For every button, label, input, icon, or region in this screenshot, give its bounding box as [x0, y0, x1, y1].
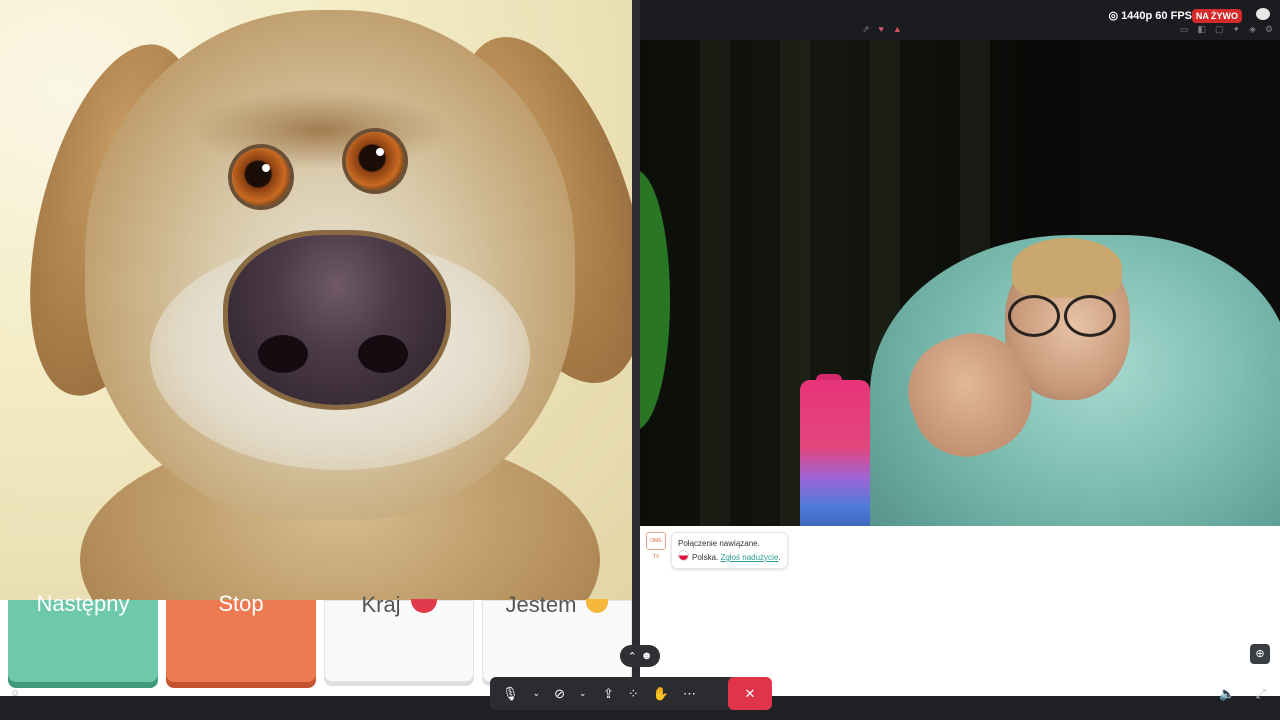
share-screen-icon[interactable]: ⇪	[603, 686, 614, 702]
system-message: Połączenie nawiązane. Polska. Zgłoś nadu…	[671, 532, 788, 569]
face-emoji-icon	[586, 599, 609, 614]
dog-nostril-right	[358, 335, 408, 373]
right-video-feed	[640, 40, 1280, 526]
effects-small-icon[interactable]: ✦	[1233, 24, 1241, 35]
record-small-icon[interactable]: ▭	[1180, 24, 1189, 35]
curtain-fold	[700, 40, 730, 526]
panel-divider	[632, 0, 640, 720]
left-tiny-icons: ⇗ ♥ ▲	[862, 24, 902, 35]
meeting-controls: ⇪ ⁘ ✋ ⋯	[591, 677, 743, 710]
warning-small-icon[interactable]: ▲	[893, 24, 902, 35]
country-label-wrap: Kraj	[325, 594, 473, 616]
country-flag-icon	[410, 599, 437, 614]
camera-off-icon[interactable]: ⊘	[554, 686, 565, 702]
participants-icon: ☻	[640, 650, 653, 662]
shield-small-icon[interactable]: ◈	[1249, 24, 1256, 35]
quality-icon: ◎	[1108, 10, 1119, 22]
settings-small-icon[interactable]: ⚙	[1265, 24, 1273, 35]
connection-text: Połączenie nawiązane.	[678, 539, 760, 548]
people-icon[interactable]: ☺	[10, 688, 20, 699]
raise-hand-icon[interactable]: ✋	[653, 686, 669, 702]
microphone-icon[interactable]: 🎙	[502, 686, 519, 702]
report-suffix: .	[778, 553, 781, 562]
fullscreen-icon[interactable]: ⤢	[1256, 686, 1266, 702]
dog-nostril-left	[258, 335, 308, 373]
country-name: Polska.	[692, 553, 719, 562]
window-small-icon[interactable]: ▢	[1215, 24, 1224, 35]
dog-eye-left	[232, 148, 290, 206]
dog-nose	[228, 235, 446, 405]
camera-options-chevron-icon[interactable]: ⌄	[579, 688, 587, 699]
dog-brow	[190, 90, 450, 170]
next-button[interactable]: Następny	[8, 593, 158, 682]
more-icon[interactable]: ⋯	[683, 686, 696, 702]
gender-label-wrap: Jestem	[483, 594, 631, 616]
green-object	[640, 170, 670, 430]
corner-controls: 🔈 ⤢	[1219, 686, 1266, 702]
country-line: Polska. Zgłoś nadużycie.	[678, 550, 781, 564]
zoom-icon[interactable]: ⊕	[1250, 644, 1270, 664]
share-small-icon[interactable]: ⇗	[862, 24, 870, 35]
mic-options-chevron-icon[interactable]: ⌄	[533, 688, 541, 699]
chat-panel: OME TV Połączenie nawiązane. Polska. Zgł…	[640, 526, 1280, 696]
right-tiny-icons: ▭ ◧ ▢ ✦ ◈ ⚙	[1180, 24, 1273, 35]
left-video-feed	[0, 0, 632, 600]
gender-label: Jestem	[505, 592, 577, 617]
heart-small-icon[interactable]: ♥	[879, 24, 884, 35]
person-hair	[1012, 238, 1122, 298]
layout-small-icon[interactable]: ◧	[1198, 24, 1207, 35]
app-logo: OME TV	[646, 532, 666, 560]
chevron-up-icon: ⌃	[627, 650, 637, 663]
next-label: Następny	[36, 591, 130, 616]
gender-button[interactable]: Jestem	[482, 594, 632, 682]
volume-icon[interactable]: 🔈	[1219, 686, 1235, 702]
apps-icon[interactable]: ⁘	[628, 686, 639, 702]
country-label: Kraj	[361, 592, 401, 617]
media-controls: 🎙 ⌄ ⊘ ⌄	[490, 677, 606, 710]
dog-eye-right	[346, 132, 404, 190]
country-button[interactable]: Kraj	[324, 594, 474, 682]
end-call-icon: ✕	[744, 686, 756, 701]
stop-button[interactable]: Stop	[166, 593, 316, 682]
report-abuse-link[interactable]: Zgłoś nadużycie	[720, 553, 778, 562]
live-badge: NA ŻYWO	[1191, 9, 1242, 23]
stop-label: Stop	[218, 591, 264, 616]
water-bottle	[800, 380, 870, 526]
poland-flag-icon	[678, 550, 689, 561]
chat-bubble-icon[interactable]	[1256, 8, 1270, 20]
quality-label: 1440p 60 FPS	[1121, 9, 1192, 22]
stream-quality: ◎ 1440p 60 FPS	[1108, 9, 1192, 23]
end-call-button[interactable]: ✕	[728, 677, 772, 710]
stream-topbar: ⇗ ♥ ▲ ▭ ◧ ▢ ✦ ◈ ⚙ ◎ 1440p 60 FPS NA ŻYWO	[640, 0, 1280, 40]
participants-toggle[interactable]: ⌃ ☻	[620, 645, 660, 667]
glasses	[1000, 295, 1130, 337]
